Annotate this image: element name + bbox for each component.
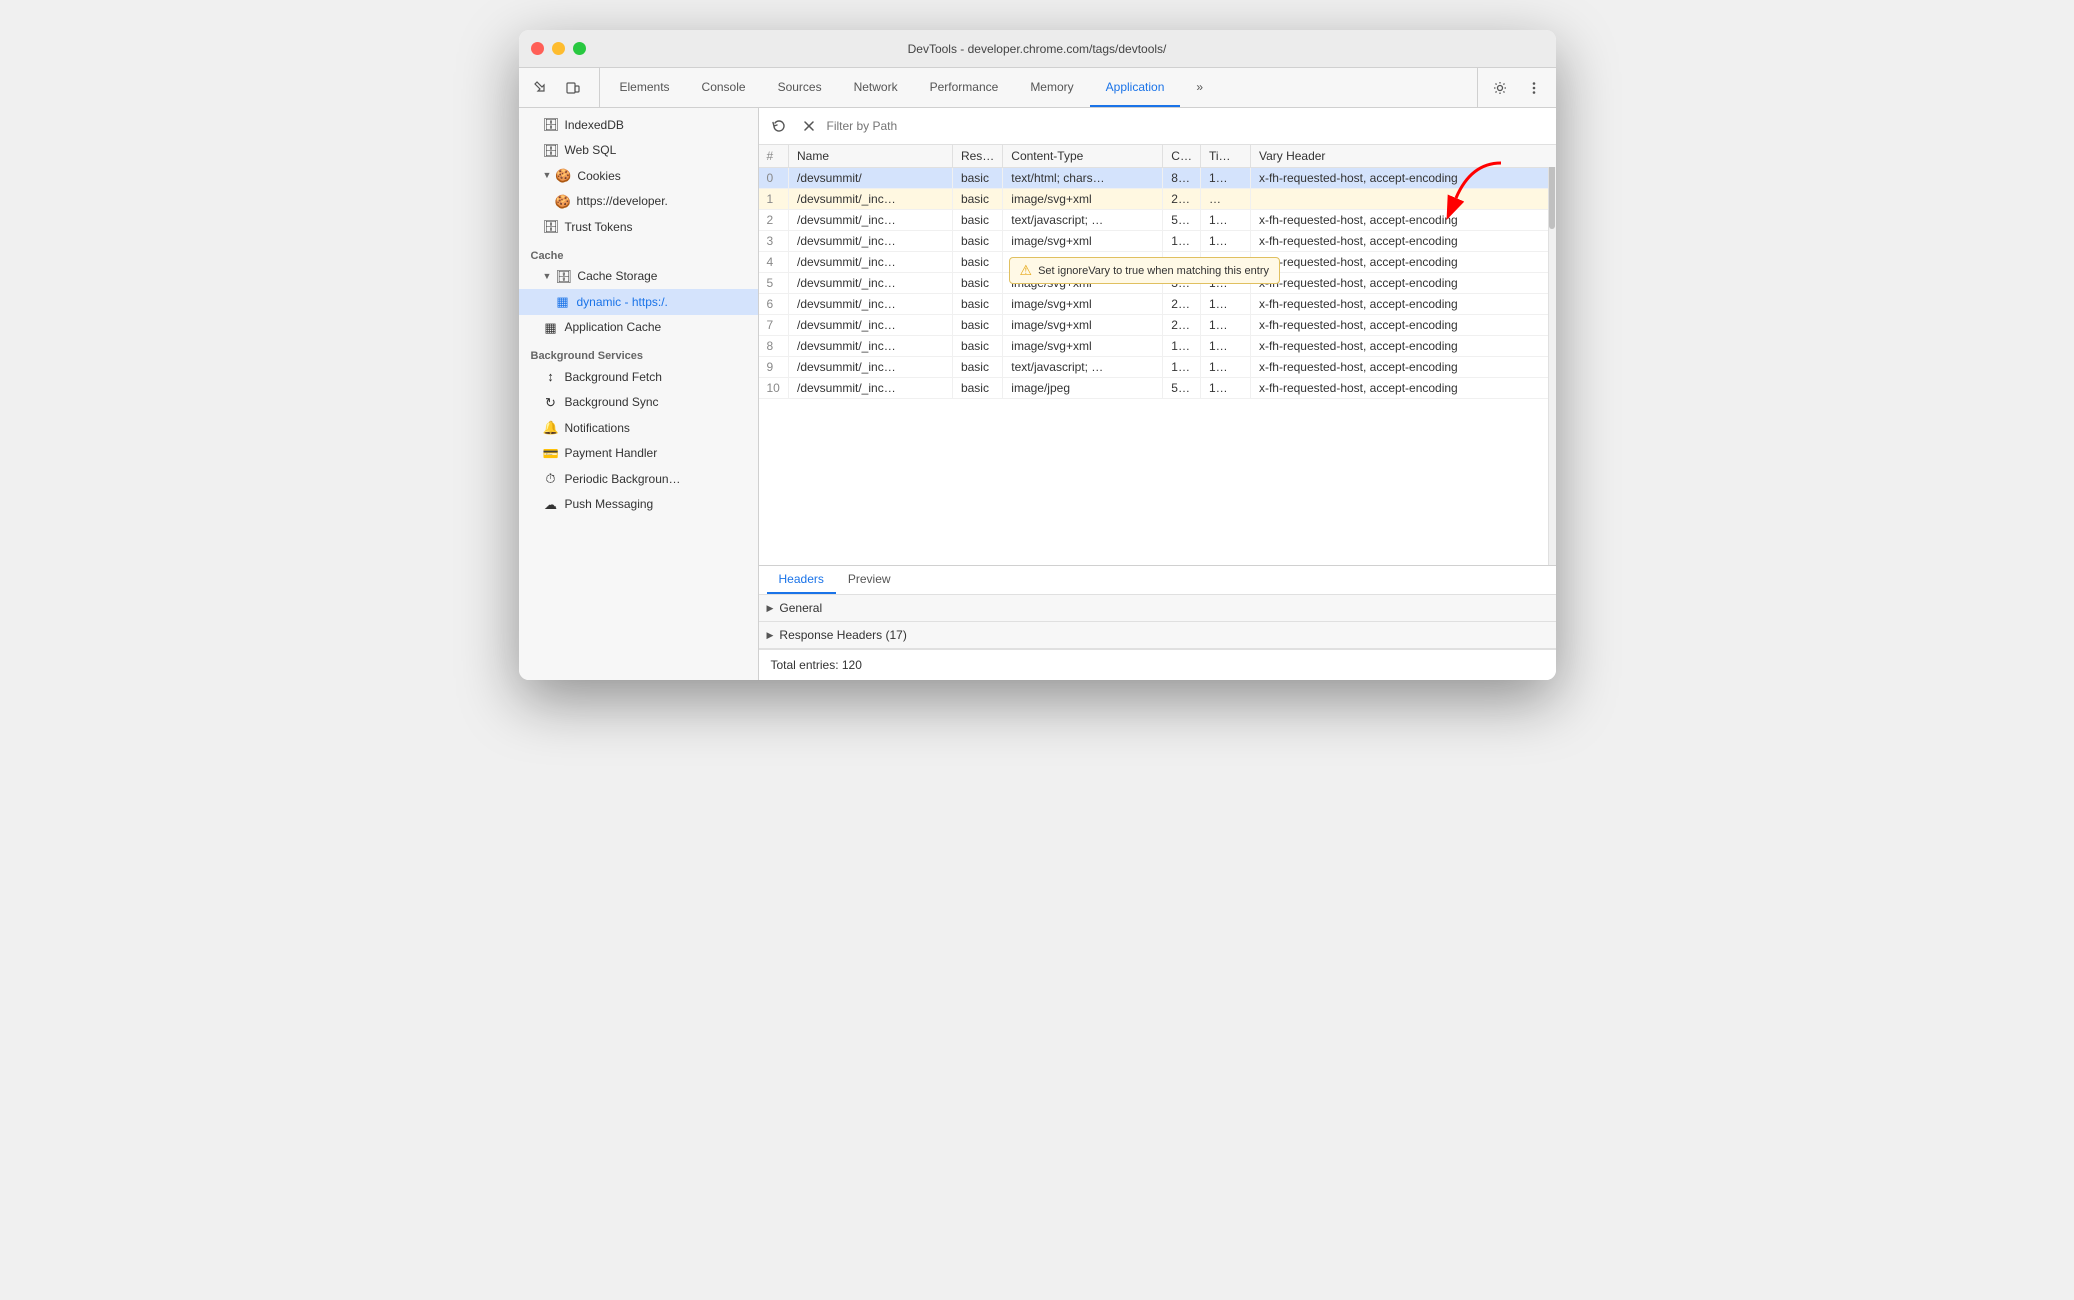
- tooltip-box: ⚠ Set ignoreVary to true when matching t…: [1009, 257, 1280, 284]
- filter-input[interactable]: [827, 119, 1548, 133]
- bottom-tab-headers[interactable]: Headers: [767, 566, 836, 594]
- trust-tokens-icon: 🗄: [543, 217, 559, 237]
- sidebar-item-cookies[interactable]: ▼ 🍪 Cookies: [519, 163, 758, 189]
- sidebar-item-trust-tokens[interactable]: 🗄 Trust Tokens: [519, 214, 758, 240]
- cookies-icon: 🍪: [555, 166, 571, 186]
- cache-storage-icon: 🗄: [555, 267, 571, 287]
- col-header-ti: Ti…: [1200, 145, 1250, 168]
- bg-sync-icon: ↻: [543, 393, 559, 413]
- general-label: General: [779, 601, 822, 615]
- main-tabs: Elements Console Sources Network Perform…: [604, 68, 1473, 107]
- table-area: # Name Res… Content-Type C… Ti… Vary Hea…: [759, 145, 1556, 565]
- traffic-lights: [531, 42, 586, 55]
- table-row[interactable]: 10/devsummit/_inc…basicimage/jpeg5…1…x-f…: [759, 378, 1556, 399]
- table-row[interactable]: 2/devsummit/_inc…basictext/javascript; ……: [759, 210, 1556, 231]
- cookies-entry-icon: 🍪: [555, 192, 571, 212]
- indexeddb-icon: 🗄: [543, 115, 559, 135]
- total-entries: Total entries: 120: [759, 649, 1556, 680]
- tab-elements[interactable]: Elements: [604, 68, 686, 107]
- table-row[interactable]: 0/devsummit/basictext/html; chars…8…1…x-…: [759, 168, 1556, 189]
- titlebar: DevTools - developer.chrome.com/tags/dev…: [519, 30, 1556, 68]
- cache-section-label: Cache: [519, 240, 758, 264]
- general-section-header[interactable]: ▶ General: [759, 595, 1556, 622]
- tab-network[interactable]: Network: [838, 68, 914, 107]
- sidebar-item-dynamic-cache[interactable]: ▦ dynamic - https:/.: [519, 289, 758, 315]
- bg-fetch-icon: ↕: [543, 367, 559, 387]
- tab-application[interactable]: Application: [1090, 68, 1181, 107]
- bottom-tabs: Headers Preview: [759, 566, 1556, 595]
- sidebar-item-cookies-dev[interactable]: 🍪 https://developer.: [519, 189, 758, 215]
- col-header-res: Res…: [952, 145, 1002, 168]
- tooltip-text: Set ignoreVary to true when matching thi…: [1038, 265, 1269, 277]
- warning-icon: ⚠: [1020, 262, 1033, 279]
- sidebar-item-app-cache[interactable]: ▦ Application Cache: [519, 315, 758, 341]
- payment-icon: 💳: [543, 444, 559, 464]
- response-headers-section-header[interactable]: ▶ Response Headers (17): [759, 622, 1556, 649]
- response-headers-expand-icon: ▶: [767, 630, 774, 641]
- bottom-tab-preview[interactable]: Preview: [836, 566, 903, 594]
- maximize-button[interactable]: [573, 42, 586, 55]
- col-header-vary: Vary Header: [1250, 145, 1555, 168]
- sidebar-item-websql[interactable]: 🗄 Web SQL: [519, 138, 758, 164]
- minimize-button[interactable]: [552, 42, 565, 55]
- dynamic-cache-icon: ▦: [555, 292, 571, 312]
- more-options-icon[interactable]: [1520, 74, 1548, 102]
- response-headers-label: Response Headers (17): [779, 628, 906, 642]
- table-header-row: # Name Res… Content-Type C… Ti… Vary Hea…: [759, 145, 1556, 168]
- close-button[interactable]: [531, 42, 544, 55]
- device-icon[interactable]: [559, 74, 587, 102]
- table-row[interactable]: 9/devsummit/_inc…basictext/javascript; ……: [759, 357, 1556, 378]
- push-msg-icon: ☁: [543, 495, 559, 515]
- tabbar: Elements Console Sources Network Perform…: [519, 68, 1556, 108]
- filter-bar: [759, 108, 1556, 145]
- table-row[interactable]: 7/devsummit/_inc…basicimage/svg+xml2…1…x…: [759, 315, 1556, 336]
- tab-memory[interactable]: Memory: [1014, 68, 1089, 107]
- window-title: DevTools - developer.chrome.com/tags/dev…: [908, 42, 1167, 56]
- main-content: 🗄 IndexedDB 🗄 Web SQL ▼ 🍪 Cookies 🍪 http…: [519, 108, 1556, 680]
- tabbar-actions: [1477, 68, 1548, 107]
- notifications-icon: 🔔: [543, 418, 559, 438]
- tabbar-tools: [527, 68, 600, 107]
- bg-services-label: Background Services: [519, 340, 758, 364]
- inspect-icon[interactable]: [527, 74, 555, 102]
- devtools-window: DevTools - developer.chrome.com/tags/dev…: [519, 30, 1556, 680]
- sidebar-item-payment[interactable]: 💳 Payment Handler: [519, 441, 758, 467]
- table-row[interactable]: 3/devsummit/_inc…basicimage/svg+xml1…1…x…: [759, 231, 1556, 252]
- settings-icon[interactable]: [1486, 74, 1514, 102]
- col-header-num: #: [759, 145, 789, 168]
- filter-bar-container: [759, 108, 1556, 145]
- sidebar-item-bg-sync[interactable]: ↻ Background Sync: [519, 390, 758, 416]
- tab-more[interactable]: »: [1180, 68, 1219, 107]
- sidebar-item-bg-fetch[interactable]: ↕ Background Fetch: [519, 364, 758, 390]
- sidebar-item-cache-storage[interactable]: ▼ 🗄 Cache Storage: [519, 264, 758, 290]
- websql-icon: 🗄: [543, 141, 559, 161]
- tab-sources[interactable]: Sources: [762, 68, 838, 107]
- tab-console[interactable]: Console: [686, 68, 762, 107]
- sidebar: 🗄 IndexedDB 🗄 Web SQL ▼ 🍪 Cookies 🍪 http…: [519, 108, 759, 680]
- sidebar-item-indexeddb[interactable]: 🗄 IndexedDB: [519, 112, 758, 138]
- scrollbar[interactable]: [1548, 145, 1556, 565]
- col-header-c: C…: [1163, 145, 1201, 168]
- content-panel: # Name Res… Content-Type C… Ti… Vary Hea…: [759, 108, 1556, 680]
- table-row[interactable]: 6/devsummit/_inc…basicimage/svg+xml2…1…x…: [759, 294, 1556, 315]
- tab-performance[interactable]: Performance: [914, 68, 1015, 107]
- app-cache-icon: ▦: [543, 318, 559, 338]
- sidebar-item-notifications[interactable]: 🔔 Notifications: [519, 415, 758, 441]
- col-header-content-type: Content-Type: [1003, 145, 1163, 168]
- table-row[interactable]: 8/devsummit/_inc…basicimage/svg+xml1…1…x…: [759, 336, 1556, 357]
- general-expand-icon: ▶: [767, 603, 774, 614]
- cache-expand-icon: ▼: [543, 270, 552, 284]
- periodic-bg-icon: ⏱: [543, 469, 559, 489]
- table-row[interactable]: 1/devsummit/_inc…basicimage/svg+xml2……: [759, 189, 1556, 210]
- col-header-name: Name: [789, 145, 953, 168]
- expand-icon: ▼: [543, 169, 552, 183]
- sidebar-item-push-msg[interactable]: ☁ Push Messaging: [519, 492, 758, 518]
- clear-button[interactable]: [797, 114, 821, 138]
- refresh-button[interactable]: [767, 114, 791, 138]
- bottom-panel: Headers Preview ▶ General ▶ Response Hea…: [759, 565, 1556, 680]
- sidebar-item-periodic-bg[interactable]: ⏱ Periodic Backgroun…: [519, 466, 758, 492]
